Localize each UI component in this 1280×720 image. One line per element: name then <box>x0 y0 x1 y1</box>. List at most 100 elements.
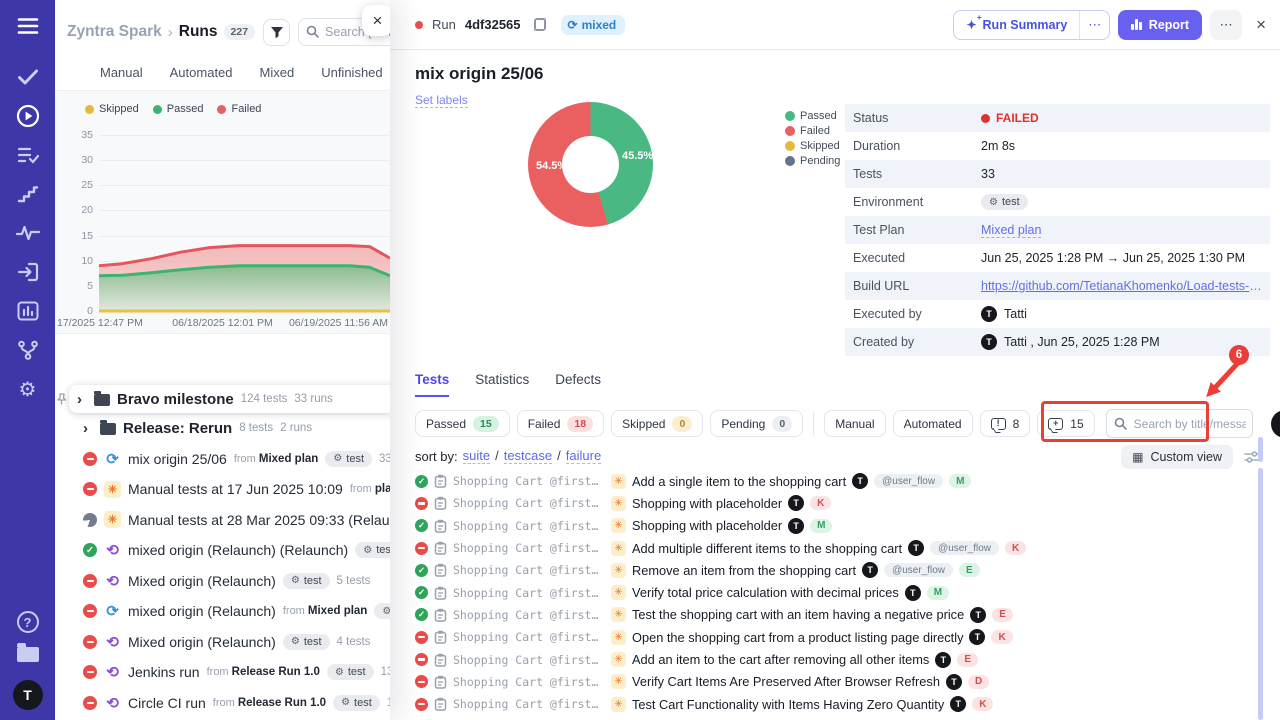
run-status-icon <box>83 604 97 618</box>
run-list-item[interactable]: Circle CI run from Release Run 1.0 ⚙test… <box>55 688 390 719</box>
run-status-icon <box>83 635 97 649</box>
report-button[interactable]: Report <box>1118 10 1202 40</box>
detail-tab[interactable]: Tests <box>415 372 449 397</box>
test-row[interactable]: Shopping Cart @first… Verify total price… <box>415 581 1268 603</box>
test-row[interactable]: Shopping Cart @first… Test Cart Function… <box>415 693 1268 715</box>
custom-view-button[interactable]: ▦Custom view <box>1121 445 1233 469</box>
run-list-item[interactable]: Manual tests at 17 Jun 2025 10:09 from p… <box>55 474 390 505</box>
sparkle-icon: ✦ <box>966 18 976 32</box>
test-filters-row: Passed15 Failed18 Skipped0 Pending0 Manu… <box>415 409 1280 438</box>
sort-option-link[interactable]: suite <box>463 448 490 464</box>
assignee-avatar[interactable]: T <box>1271 410 1280 438</box>
check-icon[interactable] <box>16 65 40 89</box>
test-plan-link[interactable]: Mixed plan <box>981 223 1041 238</box>
chevron-right-icon[interactable]: › <box>77 391 87 408</box>
environment-badge: ⚙test <box>325 451 372 467</box>
run-type-icon <box>104 481 121 498</box>
type-filter-chip[interactable]: Automated <box>893 410 973 437</box>
status-filter-chip[interactable]: Passed15 <box>415 410 510 437</box>
detail-tab[interactable]: Statistics <box>475 372 529 397</box>
run-detail-row: Test Plan Mixed plan <box>845 216 1270 244</box>
testcase-icon <box>434 586 447 600</box>
test-row[interactable]: Shopping Cart @first… Verify Cart Items … <box>415 671 1268 693</box>
status-filter-chip[interactable]: Skipped0 <box>611 410 703 437</box>
test-row[interactable]: Shopping Cart @first… Test the shopping … <box>415 604 1268 626</box>
run-detail-row: Tests 33 <box>845 160 1270 188</box>
avatar: T <box>935 652 951 668</box>
scrollbar-thumb[interactable] <box>1258 437 1263 462</box>
close-icon[interactable]: × <box>1256 15 1266 35</box>
test-row[interactable]: Shopping Cart @first… Shopping with plac… <box>415 492 1268 514</box>
avatar: T <box>908 540 924 556</box>
copy-icon[interactable] <box>534 18 546 31</box>
runs-tab[interactable]: Automated <box>170 65 233 80</box>
run-type-icon <box>104 664 121 681</box>
folder-icon[interactable] <box>17 647 39 662</box>
build-url-link[interactable]: https://github.com/TetianaKhomenko/Load-… <box>981 279 1263 293</box>
test-row[interactable]: Shopping Cart @first… Add multiple diffe… <box>415 537 1268 559</box>
avatar: T <box>862 562 878 578</box>
run-list-item[interactable]: mix origin 25/06 from Mixed plan ⚙test 3… <box>55 444 390 475</box>
tests-search-input[interactable] <box>1106 409 1253 438</box>
failed-dot-icon <box>981 114 990 123</box>
run-name: Jenkins run <box>128 664 200 680</box>
run-summary-button[interactable]: ✦Run Summary <box>954 11 1079 39</box>
run-list-item[interactable]: Manual tests at 28 Mar 2025 09:33 (Relau… <box>55 505 390 536</box>
chevron-right-icon[interactable]: › <box>83 420 93 437</box>
steps-icon[interactable] <box>16 182 40 206</box>
legend-item: Skipped <box>785 140 840 152</box>
user-avatar[interactable]: T <box>13 680 43 710</box>
menu-icon[interactable] <box>16 14 40 38</box>
branch-icon[interactable] <box>16 338 40 362</box>
tests-list: Shopping Cart @first… Add a single item … <box>415 470 1268 720</box>
run-list-item[interactable]: Mixed origin (Relaunch) ⚙test 4 tests <box>55 627 390 658</box>
flaky-icon <box>611 607 626 622</box>
runs-tab[interactable]: Mixed <box>260 65 295 80</box>
breadcrumb-app[interactable]: Zyntra Spark <box>67 23 162 41</box>
runs-tab[interactable]: Manual <box>100 65 143 80</box>
bar-chart-icon[interactable] <box>16 299 40 323</box>
status-filter-chip[interactable]: Pending0 <box>710 410 803 437</box>
pulse-icon[interactable] <box>16 221 40 245</box>
sort-option-link[interactable]: failure <box>566 448 601 464</box>
run-list-item[interactable]: › Bravo milestone 124 tests 33 runs <box>69 385 390 413</box>
run-list-item[interactable]: Mixed origin (Relaunch) ⚙test 5 tests <box>55 566 390 597</box>
comment-filter-chip[interactable]: +15 <box>1037 410 1094 437</box>
run-detail-tabs: Tests Statistics Defects <box>415 372 601 397</box>
test-row[interactable]: Shopping Cart @first… Shopping with plac… <box>415 515 1268 537</box>
y-axis-tick: 20 <box>55 204 93 216</box>
drawer-close-button[interactable]: × <box>362 5 390 36</box>
run-list-item[interactable]: mixed origin (Relaunch) from Mixed plan … <box>55 596 390 627</box>
run-summary-more-button[interactable]: ⋯ <box>1079 11 1109 39</box>
run-name: Manual tests at 28 Mar 2025 09:33 (Relau… <box>128 512 390 528</box>
run-meta: 8 tests <box>239 422 273 434</box>
list-check-icon[interactable] <box>16 143 40 167</box>
more-actions-button[interactable]: ⋯ <box>1210 10 1242 40</box>
runs-tab[interactable]: Unfinished <box>321 65 382 80</box>
run-meta: 33 tests <box>379 453 390 465</box>
run-list-item[interactable]: Jenkins run from Release Run 1.0 ⚙test 1… <box>55 657 390 688</box>
test-row[interactable]: Shopping Cart @first… Add a single item … <box>415 470 1268 492</box>
run-meta: 124 tests <box>241 393 288 405</box>
test-status-icon <box>415 542 428 555</box>
test-row[interactable]: Shopping Cart @first… Open the shopping … <box>415 626 1268 648</box>
run-list-item[interactable]: mixed origin (Relaunch) (Relaunch) ⚙test <box>55 535 390 566</box>
sign-in-icon[interactable] <box>16 260 40 284</box>
play-circle-icon[interactable] <box>16 104 40 128</box>
sort-option-link[interactable]: testcase <box>504 448 552 464</box>
run-list-item[interactable]: › Release: Rerun 8 tests 2 runs <box>55 413 390 444</box>
test-row[interactable]: Shopping Cart @first… Remove an item fro… <box>415 559 1268 581</box>
comment-filter-chip[interactable]: !8 <box>980 410 1031 437</box>
filter-button[interactable] <box>263 19 290 46</box>
status-filter-chip[interactable]: Failed18 <box>517 410 604 437</box>
detail-label: Build URL <box>845 279 981 293</box>
test-suite: Shopping Cart @first… <box>453 675 605 689</box>
area-chart-legend: Skipped Passed Failed <box>55 91 390 115</box>
gear-icon[interactable]: ⚙ <box>16 377 40 401</box>
type-filter-chip[interactable]: Manual <box>824 410 885 437</box>
detail-tab[interactable]: Defects <box>555 372 601 397</box>
test-title: Test Cart Functionality with Items Havin… <box>632 697 944 712</box>
scrollbar-thumb[interactable] <box>1258 468 1263 720</box>
help-icon[interactable]: ? <box>17 611 39 633</box>
test-row[interactable]: Shopping Cart @first… Add an item to the… <box>415 648 1268 670</box>
